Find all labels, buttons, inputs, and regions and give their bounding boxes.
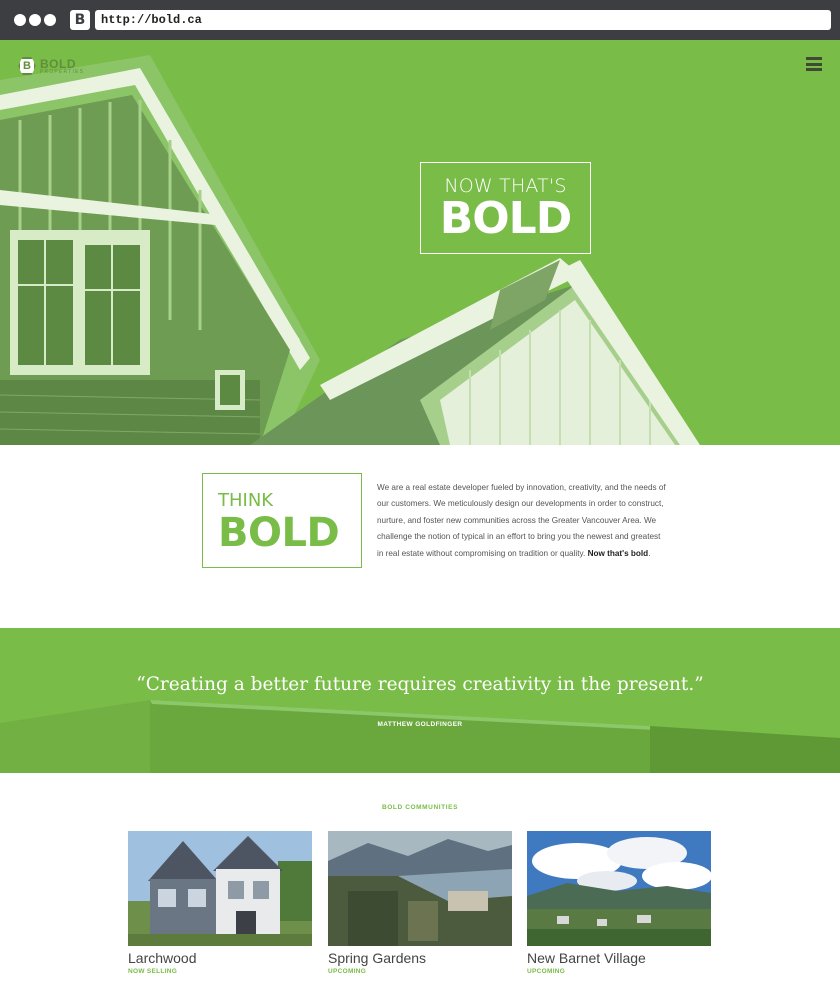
address-bar[interactable]: http://bold.ca	[95, 10, 831, 30]
communities-title: BOLD COMMUNITIES	[381, 804, 459, 811]
spring-gardens-photo	[328, 831, 512, 946]
about-paragraph: We are a real estate developer fueled by…	[377, 480, 667, 562]
logo-subtext: PROPERTIES	[40, 68, 85, 75]
quote-author: MATTHEW GOLDFINGER	[377, 721, 463, 728]
quote-section: “Creating a better future requires creat…	[0, 628, 840, 773]
community-status: NOW SELLING	[128, 968, 178, 975]
think-heading-line2: BOLD	[218, 510, 340, 556]
community-status: UPCOMING	[527, 968, 566, 975]
community-name[interactable]: Spring Gardens	[328, 950, 512, 966]
favicon-icon: B	[70, 10, 90, 30]
hero-title-box: NOW THAT'S BOLD	[420, 162, 591, 254]
site-logo[interactable]: B BOLD PROPERTIES	[18, 56, 84, 76]
hero-title-line2: BOLD	[439, 193, 573, 244]
community-card-new-barnet-village[interactable]: New Barnet Village UPCOMING	[527, 831, 711, 975]
logo-text: BOLD	[40, 56, 76, 71]
community-name[interactable]: New Barnet Village	[527, 950, 711, 966]
hamburger-menu-icon[interactable]	[806, 57, 822, 71]
logo-wordmark: BOLD PROPERTIES	[40, 58, 84, 75]
window-maximize-dot[interactable]	[44, 14, 56, 26]
browser-chrome: B http://bold.ca	[0, 0, 840, 40]
quote-background-image	[0, 700, 840, 773]
think-bold-box: THINK BOLD	[202, 473, 362, 568]
community-status: UPCOMING	[328, 968, 367, 975]
logo-mark-icon: B	[18, 57, 36, 75]
think-heading-line1: THINK	[218, 490, 274, 511]
about-tagline-period: .	[648, 548, 651, 558]
community-card-larchwood[interactable]: Larchwood NOW SELLING	[128, 831, 312, 975]
community-card-spring-gardens[interactable]: Spring Gardens UPCOMING	[328, 831, 512, 975]
about-tagline: Now that's bold	[587, 548, 649, 558]
about-body: We are a real estate developer fueled by…	[377, 483, 666, 558]
quote-text: “Creating a better future requires creat…	[136, 674, 704, 695]
window-close-dot[interactable]	[14, 14, 26, 26]
community-name[interactable]: Larchwood	[128, 950, 312, 966]
hero-section: B BOLD PROPERTIES NOW THAT'S BOLD	[0, 40, 840, 445]
new-barnet-village-photo	[527, 831, 711, 946]
window-minimize-dot[interactable]	[29, 14, 41, 26]
larchwood-photo	[128, 831, 312, 946]
